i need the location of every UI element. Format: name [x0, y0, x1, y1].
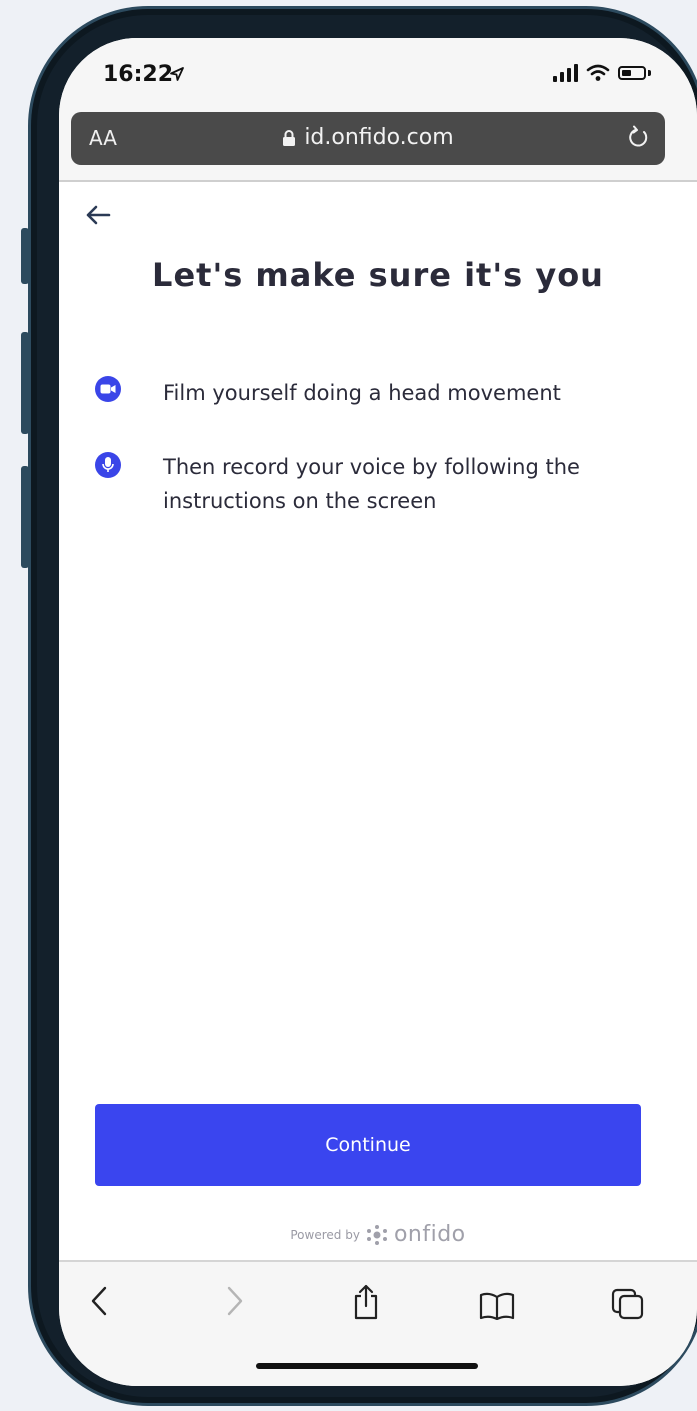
- address-bar[interactable]: AA id.onfido.com: [71, 112, 665, 165]
- page-title: Let's make sure it's you: [152, 256, 604, 294]
- url-display[interactable]: id.onfido.com: [71, 125, 665, 150]
- cellular-signal-icon: [553, 64, 578, 82]
- browser-address-area: AA id.onfido.com: [59, 112, 697, 182]
- browser-back-icon[interactable]: [89, 1284, 111, 1318]
- lock-icon: [283, 129, 296, 146]
- instruction-text-voice: Then record your voice by following the …: [163, 455, 580, 513]
- tabs-icon[interactable]: [611, 1288, 645, 1320]
- battery-icon: [618, 66, 646, 80]
- battery-tip: [648, 70, 651, 76]
- reload-icon[interactable]: [627, 124, 651, 150]
- status-time: 16:22: [103, 62, 174, 87]
- location-arrow-icon: [170, 67, 184, 81]
- onfido-brand-text: onfido: [393, 1222, 466, 1247]
- url-text: id.onfido.com: [304, 125, 454, 150]
- onfido-logo-icon: [366, 1224, 387, 1245]
- browser-forward-icon[interactable]: [223, 1284, 245, 1318]
- bookmarks-icon[interactable]: [479, 1292, 515, 1320]
- home-indicator[interactable]: [256, 1363, 478, 1369]
- powered-by-label: Powered by: [290, 1227, 360, 1242]
- powered-by-footer: Powered by onfido: [59, 1222, 697, 1247]
- video-camera-icon: [95, 376, 121, 402]
- instruction-text-video: Film yourself doing a head movement: [163, 381, 561, 405]
- status-bar: 16:22: [59, 38, 697, 112]
- microphone-icon: [95, 452, 121, 478]
- back-arrow-icon[interactable]: [85, 204, 111, 226]
- status-icons: [553, 64, 651, 82]
- instruction-item-video: Film yourself doing a head movement: [95, 376, 633, 410]
- wifi-icon: [586, 64, 610, 81]
- continue-button[interactable]: Continue: [95, 1104, 641, 1186]
- share-icon[interactable]: [351, 1284, 381, 1320]
- phone-screen: 16:22 AA id.onfido.com Let's make sure i…: [59, 38, 697, 1386]
- instruction-item-voice: Then record your voice by following the …: [95, 450, 633, 518]
